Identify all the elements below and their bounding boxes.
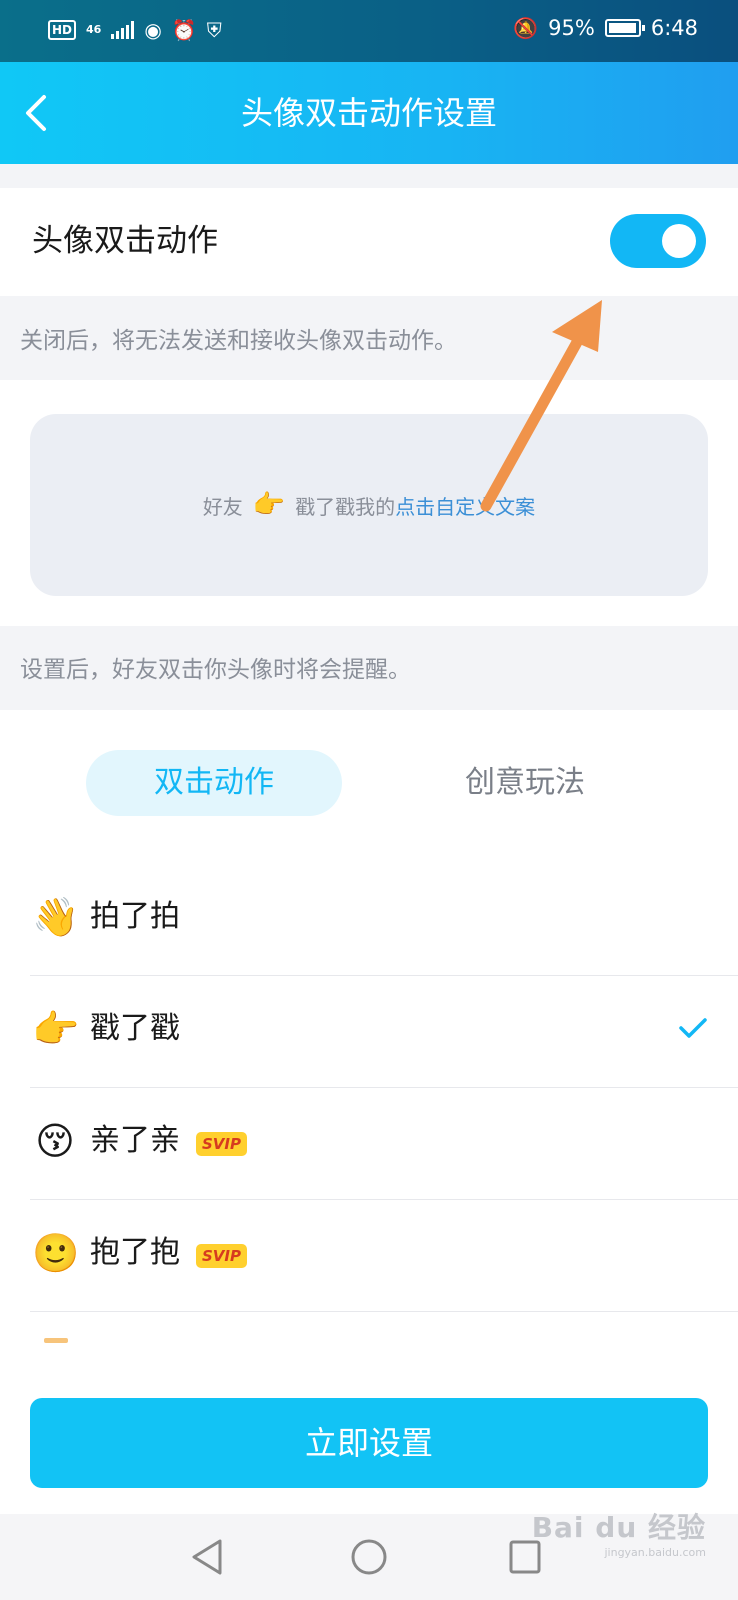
pointing-hand-icon: 👉 (32, 1007, 80, 1051)
nav-bar: 头像双击动作设置 (0, 62, 738, 164)
preview-hint: 设置后，好友双击你头像时将会提醒。 (0, 626, 738, 710)
action-label: 抱了抱 (90, 1235, 180, 1270)
nav-back-icon[interactable] (190, 1538, 224, 1576)
custom-text-link[interactable]: 点击自定义文案 (395, 491, 535, 520)
hd-badge: HD (48, 20, 77, 40)
preview-section: 好友 👉 戳了戳我的 点击自定义文案 (0, 380, 738, 626)
tab-double-tap-actions[interactable]: 双击动作 (86, 750, 342, 816)
check-icon (679, 1018, 707, 1038)
preview-card: 好友 👉 戳了戳我的 点击自定义文案 (30, 414, 708, 596)
clock: 6:48 (650, 16, 698, 40)
double-tap-toggle-row: 头像双击动作 (0, 188, 738, 296)
alarm-icon: ⏰ (171, 18, 197, 42)
toggle-hint-text: 关闭后，将无法发送和接收头像双击动作。 (20, 328, 457, 354)
nav-home-icon[interactable] (350, 1538, 388, 1576)
toggle-label: 头像双击动作 (32, 223, 218, 259)
action-label: 亲了亲 (90, 1123, 180, 1158)
kissing-face-icon: 😚 (35, 1119, 75, 1163)
toggle-hint: 关闭后，将无法发送和接收头像双击动作。 (0, 296, 738, 380)
watermark-brand: Bai du 经验 (531, 1511, 706, 1544)
signal-icon (111, 21, 135, 39)
action-item-hug[interactable]: 🙂 抱了抱 SVIP (30, 1200, 738, 1312)
action-item-kiss[interactable]: 😚 亲了亲 SVIP (30, 1088, 738, 1200)
waving-hand-icon: 👋 (32, 895, 80, 939)
status-bar: HD 46 ◉ ⏰ ⛨ 🔕 95% 6:48 (0, 0, 738, 62)
hugging-person-icon: 🙂 (32, 1231, 80, 1275)
shield-icon: ⛨ (206, 18, 222, 42)
svip-badge: SVIP (196, 1132, 247, 1156)
eye-icon: ◉ (144, 18, 162, 42)
mute-bell-icon: 🔕 (513, 16, 539, 40)
preview-hint-text: 设置后，好友双击你头像时将会提醒。 (20, 657, 411, 683)
double-tap-switch[interactable] (610, 214, 706, 268)
network-type: 46 (86, 23, 102, 36)
tab-creative-play[interactable]: 创意玩法 (400, 750, 650, 816)
action-label: 拍了拍 (90, 899, 180, 934)
action-item-pat[interactable]: 👋 拍了拍 (30, 864, 738, 976)
poke-hand-icon: 👉 (252, 490, 286, 520)
switch-knob (662, 224, 696, 258)
svip-badge: SVIP (196, 1244, 247, 1268)
action-item-partial[interactable] (30, 1336, 738, 1366)
preview-action-text: 戳了戳我的 (295, 494, 396, 519)
action-item-poke[interactable]: 👉 戳了戳 (30, 976, 738, 1088)
battery-icon (604, 19, 645, 37)
set-now-button[interactable]: 立即设置 (30, 1398, 708, 1488)
battery-percent: 95% (548, 16, 595, 40)
action-label: 戳了戳 (90, 1011, 180, 1046)
preview-prefix: 好友 (202, 494, 243, 519)
baidu-watermark: Bai du 经验 jingyan.baidu.com (532, 1506, 706, 1559)
page-title: 头像双击动作设置 (240, 94, 497, 132)
watermark-url: jingyan.baidu.com (604, 1546, 706, 1559)
